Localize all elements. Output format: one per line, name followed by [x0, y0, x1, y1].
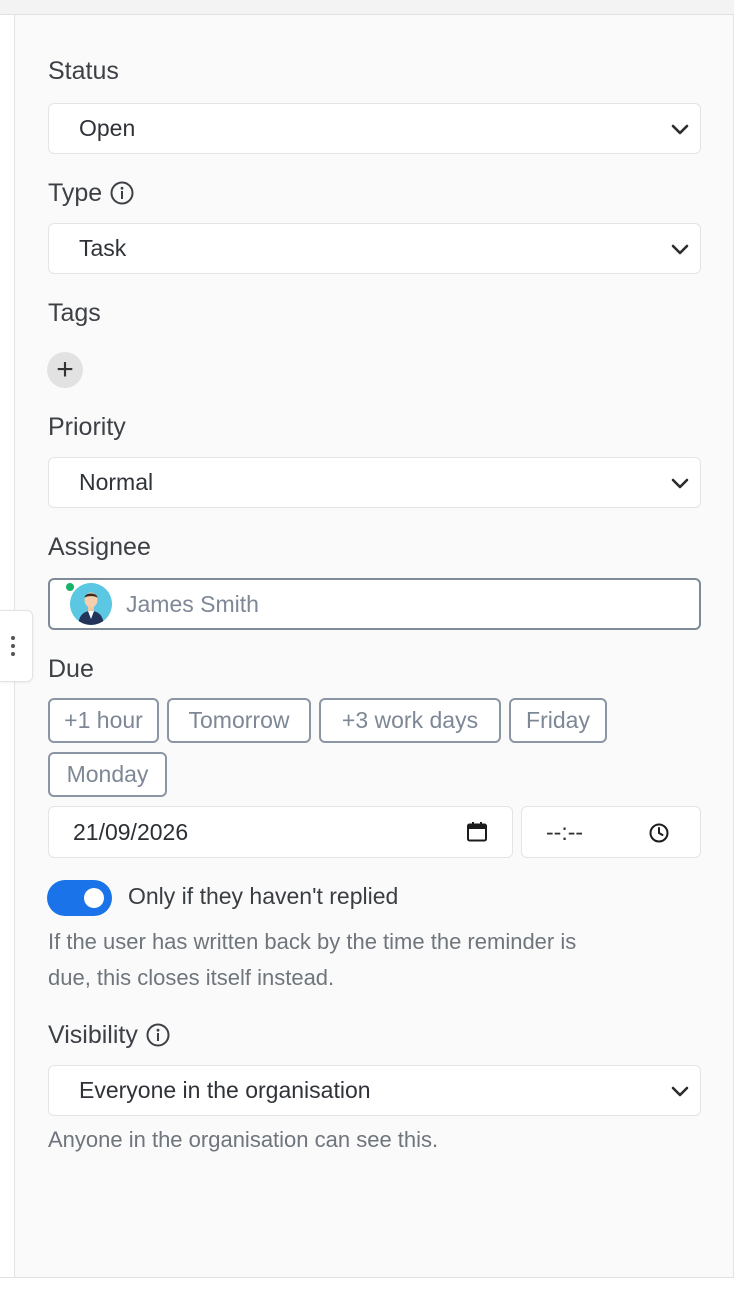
due-preset-tomorrow[interactable]: Tomorrow — [167, 698, 311, 743]
tags-label-text: Tags — [48, 299, 101, 327]
due-preset-label: +1 hour — [64, 707, 143, 733]
user-avatar-icon — [70, 583, 112, 625]
due-preset-friday[interactable]: Friday — [509, 698, 607, 743]
panel-resize-handle[interactable] — [0, 610, 33, 682]
only-if-not-replied-label: Only if they haven't replied — [128, 883, 399, 909]
top-divider — [0, 0, 734, 15]
right-edge — [734, 0, 748, 1292]
assignee-field[interactable]: James Smith — [48, 578, 701, 630]
due-preset-label: +3 work days — [341, 707, 479, 733]
kebab-vertical-icon — [11, 636, 15, 656]
calendar-icon[interactable] — [466, 821, 488, 843]
visibility-help: Anyone in the organisation can see this. — [48, 1127, 439, 1152]
visibility-label-text: Visibility — [48, 1021, 138, 1049]
assignee-name: James Smith — [126, 590, 259, 617]
avatar — [64, 581, 112, 625]
priority-label-text: Priority — [48, 413, 126, 441]
reply-toggle-help-line-2: due, this closes itself instead. — [48, 965, 335, 990]
type-select[interactable]: Task — [48, 223, 701, 274]
toggle-knob — [84, 888, 104, 908]
priority-label: Priority — [48, 412, 126, 442]
due-preset-3-work-days[interactable]: +3 work days — [319, 698, 501, 743]
type-value: Task — [79, 235, 127, 261]
online-status-dot — [64, 581, 76, 593]
type-label: Type — [48, 178, 134, 208]
due-preset-label: Friday — [526, 707, 590, 733]
visibility-label: Visibility — [48, 1020, 170, 1050]
assignee-label-text: Assignee — [48, 533, 151, 561]
chevron-down-icon — [671, 124, 689, 135]
only-if-not-replied-toggle[interactable] — [47, 880, 112, 916]
visibility-select[interactable]: Everyone in the organisation — [48, 1065, 701, 1116]
info-icon[interactable] — [146, 1023, 170, 1047]
status-label-text: Status — [48, 57, 119, 85]
type-label-text: Type — [48, 179, 103, 207]
due-preset-monday[interactable]: Monday — [48, 752, 167, 797]
due-date-value: 21/09/2026 — [73, 818, 189, 845]
due-preset-1-hour[interactable]: +1 hour — [48, 698, 159, 743]
due-time-input[interactable]: --:-- — [521, 806, 701, 858]
due-time-value: --:-- — [546, 818, 584, 845]
status-value: Open — [79, 115, 136, 141]
due-preset-label: Tomorrow — [188, 707, 290, 733]
avatar-image — [70, 583, 112, 625]
priority-value: Normal — [79, 469, 154, 495]
priority-select[interactable]: Normal — [48, 457, 701, 508]
due-preset-label: Monday — [66, 761, 149, 787]
reply-toggle-help-line-1: If the user has written back by the time… — [48, 929, 577, 954]
tags-label: Tags — [48, 298, 101, 328]
due-date-input[interactable]: 21/09/2026 — [48, 806, 513, 858]
assignee-label: Assignee — [48, 532, 151, 562]
due-label-text: Due — [48, 655, 94, 683]
due-label: Due — [48, 654, 94, 684]
info-icon[interactable] — [110, 181, 134, 205]
chevron-down-icon — [671, 1086, 689, 1097]
bottom-divider — [0, 1277, 734, 1292]
status-label: Status — [48, 56, 119, 86]
chevron-down-icon — [671, 478, 689, 489]
visibility-value: Everyone in the organisation — [79, 1077, 371, 1103]
chevron-down-icon — [671, 244, 689, 255]
clock-icon[interactable] — [648, 822, 670, 844]
add-tag-button[interactable]: + — [47, 352, 83, 388]
status-select[interactable]: Open — [48, 103, 701, 154]
plus-icon: + — [56, 353, 74, 386]
